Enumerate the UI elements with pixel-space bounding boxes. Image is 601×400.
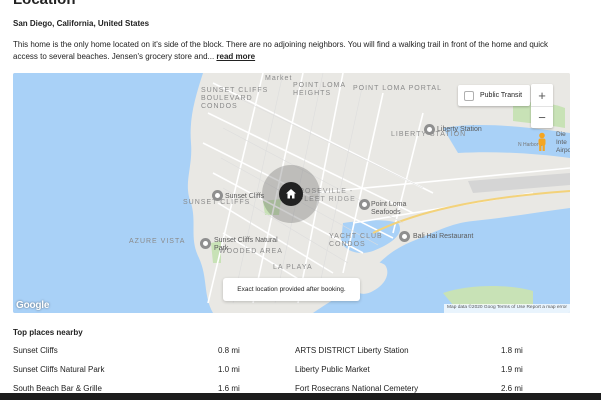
- map-label-market: Market: [265, 75, 293, 82]
- map-label-la-playa: LA PLAYA: [273, 264, 313, 271]
- poi-sunset-cliffs[interactable]: Sunset Cliffs: [225, 193, 264, 201]
- map-label-point-loma-heights: POINT LOMA HEIGHTS: [293, 82, 347, 97]
- home-marker[interactable]: [279, 182, 303, 206]
- liberty-station-pin-icon[interactable]: [424, 124, 435, 135]
- home-icon: [286, 189, 296, 199]
- point-loma-seafoods-pin-icon[interactable]: [359, 199, 370, 210]
- nearby-item-distance: 1.6 mi: [218, 384, 240, 393]
- bottom-strip: [0, 393, 601, 400]
- nearby-item-name[interactable]: Liberty Public Market: [295, 365, 370, 374]
- nearby-item-name[interactable]: Fort Rosecrans National Cemetery: [295, 384, 418, 393]
- poi-airport[interactable]: Die Inte Airpo: [556, 131, 570, 155]
- nearby-item-name[interactable]: South Beach Bar & Grille: [13, 384, 102, 393]
- nearby-item[interactable]: ARTS DISTRICT Liberty Station 1.8 mi: [295, 346, 535, 365]
- poi-point-loma-seafoods[interactable]: Point Loma Seafoods: [371, 201, 406, 217]
- nearby-item-name[interactable]: ARTS DISTRICT Liberty Station: [295, 346, 409, 355]
- zoom-out-button[interactable]: −: [531, 106, 553, 128]
- map-label-sunset-cliffs-blvd: SUNSET CLIFFS BOULEVARD CONDOS: [201, 87, 269, 110]
- zoom-in-button[interactable]: +: [531, 84, 553, 106]
- location-description: This home is the only home located on it…: [13, 39, 573, 63]
- nearby-list-right: ARTS DISTRICT Liberty Station 1.8 mi Lib…: [295, 346, 535, 400]
- public-transit-checkbox[interactable]: [464, 90, 474, 101]
- poi-liberty-station[interactable]: Liberty Station: [437, 126, 482, 134]
- exact-location-notice: Exact location provided after booking.: [223, 278, 360, 301]
- bali-hai-pin-icon[interactable]: [399, 231, 410, 242]
- nearby-item[interactable]: Sunset Cliffs Natural Park 1.0 mi: [13, 365, 243, 384]
- sunset-cliffs-natural-park-pin-icon[interactable]: [200, 238, 211, 249]
- description-text: This home is the only home located on it…: [13, 40, 549, 61]
- nearby-item-distance: 1.9 mi: [501, 365, 523, 374]
- location-map[interactable]: Market SUNSET CLIFFS BOULEVARD CONDOS PO…: [13, 73, 570, 313]
- poi-sunset-cliffs-natural-park[interactable]: Sunset Cliffs Natural Park: [214, 237, 278, 253]
- nearby-item-name[interactable]: Sunset Cliffs: [13, 346, 58, 355]
- google-logo: Google: [16, 300, 50, 311]
- nearby-list-left: Sunset Cliffs 0.8 mi Sunset Cliffs Natur…: [13, 346, 243, 400]
- nearby-item-distance: 0.8 mi: [218, 346, 240, 355]
- nearby-item[interactable]: Sunset Cliffs 0.8 mi: [13, 346, 243, 365]
- public-transit-label: Public Transit: [480, 92, 523, 99]
- street-view-pegman-icon[interactable]: [536, 132, 548, 152]
- section-title: Location: [13, 0, 76, 8]
- read-more-link[interactable]: read more: [216, 52, 255, 61]
- nearby-item[interactable]: Liberty Public Market 1.9 mi: [295, 365, 535, 384]
- map-label-point-loma-portal: POINT LOMA PORTAL: [353, 85, 442, 92]
- nearby-title: Top places nearby: [13, 328, 83, 337]
- nearby-item-distance: 1.0 mi: [218, 365, 240, 374]
- public-transit-toggle[interactable]: Public Transit: [458, 85, 530, 106]
- nearby-item-distance: 2.6 mi: [501, 384, 523, 393]
- nearby-item-name[interactable]: Sunset Cliffs Natural Park: [13, 365, 104, 374]
- map-label-yacht-club: YACHT CLUB CONDOS: [329, 233, 383, 248]
- zoom-control: + −: [531, 84, 553, 128]
- map-label-azure-vista: AZURE VISTA: [129, 238, 186, 245]
- nearby-item-distance: 1.8 mi: [501, 346, 523, 355]
- poi-bali-hai[interactable]: Bali Hai Restaurant: [413, 233, 473, 241]
- map-attribution[interactable]: Map data ©2020 Goog Terms of Use Report …: [444, 304, 570, 313]
- place-name: San Diego, California, United States: [13, 19, 150, 28]
- sunset-cliffs-pin-icon[interactable]: [212, 190, 223, 201]
